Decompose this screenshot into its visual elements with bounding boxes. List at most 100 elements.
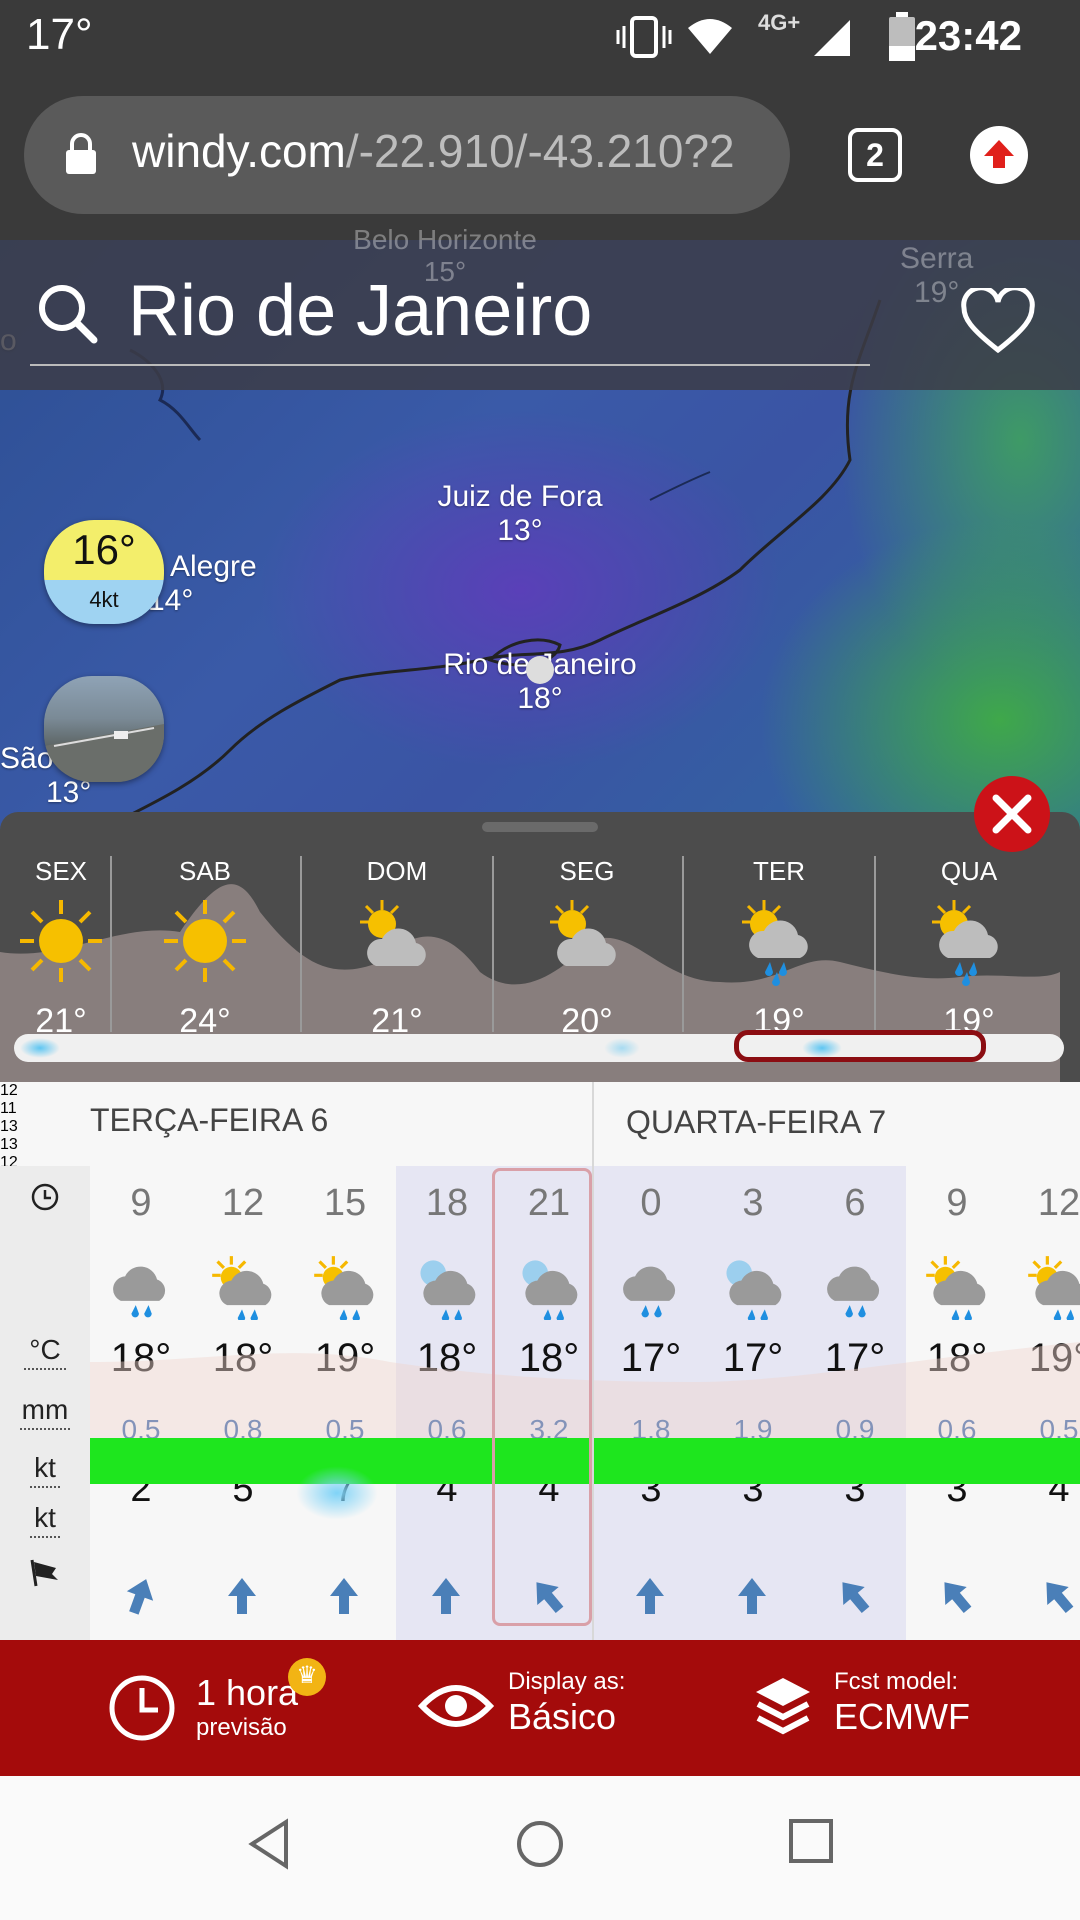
map-label-alegre[interactable]: Alegre 14° xyxy=(148,550,257,618)
hourly-forecast-table[interactable]: TERÇA-FEIRA 6 QUARTA-FEIRA 7 °C mm kt kt… xyxy=(0,1082,1080,1640)
sun-icon xyxy=(20,900,102,982)
hour-column[interactable]: 9 18° 0.5 2 xyxy=(90,1166,192,1640)
selected-hour-column[interactable] xyxy=(492,1168,592,1626)
day-card-sex[interactable]: SEX 21° xyxy=(0,856,136,1041)
day-card-qua[interactable]: QUA 19° xyxy=(894,856,1044,1041)
sun-cloud-rain-icon xyxy=(314,1256,374,1320)
timeline-slider[interactable] xyxy=(14,1030,1064,1062)
hour-column[interactable]: 6 17° 0.9 3 xyxy=(804,1166,906,1640)
hour-column[interactable]: 9 18° 0.6 3 xyxy=(906,1166,1008,1640)
row-underline xyxy=(30,1536,60,1538)
location-dot xyxy=(526,656,554,684)
address-bar[interactable]: windy.com/-22.910/-43.210?2 xyxy=(24,96,790,214)
back-icon[interactable] xyxy=(246,1818,294,1870)
home-icon[interactable] xyxy=(514,1818,566,1870)
wind-highlight xyxy=(296,1466,378,1520)
sun-icon xyxy=(164,900,246,982)
status-bar: 17° 4G+ 23:42 xyxy=(0,0,1080,76)
search-icon[interactable] xyxy=(36,282,100,346)
day-name: TER xyxy=(753,856,805,886)
url-path: /-22.910/-43.210?2 xyxy=(345,125,735,177)
hour-temp: 18° xyxy=(926,1336,988,1380)
search-underline xyxy=(30,364,870,366)
row-labels: °C mm kt kt xyxy=(0,1166,90,1640)
search-location[interactable]: Rio de Janeiro xyxy=(128,270,592,352)
hour-label: 18 xyxy=(425,1182,469,1224)
day-card-dom[interactable]: DOM 21° xyxy=(322,856,472,1041)
wifi-icon xyxy=(688,19,732,54)
hour-temp: 17° xyxy=(722,1336,784,1380)
battery-icon xyxy=(889,12,915,61)
day-card-sab[interactable]: SAB 24° xyxy=(130,856,280,1041)
city-temp: 18° xyxy=(517,682,563,715)
clock-icon xyxy=(31,1183,59,1211)
rain-marker xyxy=(604,1038,640,1058)
city-name: Belo Horizonte xyxy=(353,224,537,255)
webcam-thumbnail[interactable] xyxy=(44,676,164,782)
row-underline xyxy=(30,1486,60,1488)
day-name: SEX xyxy=(34,856,88,886)
weather-picker-bubble[interactable]: 16° 4kt xyxy=(44,520,164,624)
wind-arrow-icon xyxy=(126,1579,154,1615)
sun-rain-icon xyxy=(932,900,998,986)
wind-arrow-icon xyxy=(636,1578,664,1614)
moon-cloud-rain-icon xyxy=(420,1260,476,1320)
hour-column[interactable]: 1519°0.57 xyxy=(294,1166,396,1640)
display-value: Básico xyxy=(508,1696,617,1737)
signal-icon xyxy=(814,20,850,56)
day-separator xyxy=(874,856,876,1032)
sun-cloud-rain-icon xyxy=(926,1256,986,1320)
rain-marker xyxy=(20,1038,60,1058)
wind-arrow-icon xyxy=(842,1582,870,1614)
favorite-heart-icon[interactable] xyxy=(960,288,1036,356)
rain-row-label: mm xyxy=(21,1394,69,1425)
city-name: Alegre xyxy=(170,550,257,583)
hour-label: 15 xyxy=(323,1182,367,1224)
eye-icon xyxy=(418,1685,494,1727)
hour-column[interactable]: 0 17° 1.8 3 xyxy=(600,1166,702,1640)
wind-arrow-icon xyxy=(1046,1582,1074,1614)
sun-rain-icon xyxy=(742,900,808,986)
city-temp: 13° xyxy=(497,514,543,547)
wind-direction-flag-icon xyxy=(30,1559,58,1587)
day-card-ter[interactable]: TER 19° xyxy=(704,856,854,1041)
webcam-road-image xyxy=(44,724,164,782)
hour-column[interactable]: 18 18° 0.6 4 xyxy=(396,1166,498,1640)
network-type: 4G+ xyxy=(758,10,801,35)
display-label: Display as: xyxy=(508,1668,626,1695)
hour-column[interactable]: 1219°0.54 xyxy=(1008,1166,1080,1640)
cloud-rain-icon xyxy=(827,1266,880,1318)
search-bar[interactable]: Belo Horizonte 15° Serra 19° Rio de Jane… xyxy=(0,224,1080,390)
hour-temp: 17° xyxy=(824,1336,886,1380)
lock-icon xyxy=(66,133,96,174)
map-label-juiz-de-fora[interactable]: Juiz de Fora 13° xyxy=(430,480,610,548)
cloud-rain-icon xyxy=(623,1266,676,1318)
model-label: Fcst model: xyxy=(834,1668,959,1695)
hour-column[interactable]: 3 17° 1.9 3 xyxy=(702,1166,804,1640)
url-host: windy.com xyxy=(132,125,346,177)
hour-column[interactable]: 12 18° 0.8 5 xyxy=(192,1166,294,1640)
tab-switcher-button[interactable]: 2 xyxy=(848,128,902,182)
row-underline xyxy=(20,1428,70,1430)
bottom-menu-bar: 1 hora previsão ♛ Display as: Básico Fcs… xyxy=(0,1640,1080,1776)
hour-label: 6 xyxy=(844,1182,866,1224)
timeline-selection[interactable] xyxy=(734,1030,986,1062)
wind-arrow-icon xyxy=(944,1582,972,1614)
sun-cloud-icon xyxy=(550,900,616,966)
row-underline xyxy=(24,1368,66,1370)
hour-label: 0 xyxy=(640,1182,662,1224)
day-name: SAB xyxy=(178,856,232,886)
update-button[interactable] xyxy=(970,126,1028,184)
arrow-up-icon xyxy=(984,140,1014,168)
sun-cloud-rain-icon xyxy=(1028,1256,1080,1320)
moon-cloud-rain-icon xyxy=(726,1260,782,1320)
sun-cloud-icon xyxy=(360,900,426,966)
close-button[interactable] xyxy=(974,776,1050,852)
day-card-seg[interactable]: SEG 20° xyxy=(512,856,662,1041)
hour-label: 3 xyxy=(742,1182,764,1224)
model-value: ECMWF xyxy=(834,1696,970,1737)
recents-icon[interactable] xyxy=(788,1818,834,1864)
day-divider xyxy=(592,1166,594,1640)
hour-label: 9 xyxy=(946,1182,968,1224)
hour-label: 12 xyxy=(221,1182,265,1224)
